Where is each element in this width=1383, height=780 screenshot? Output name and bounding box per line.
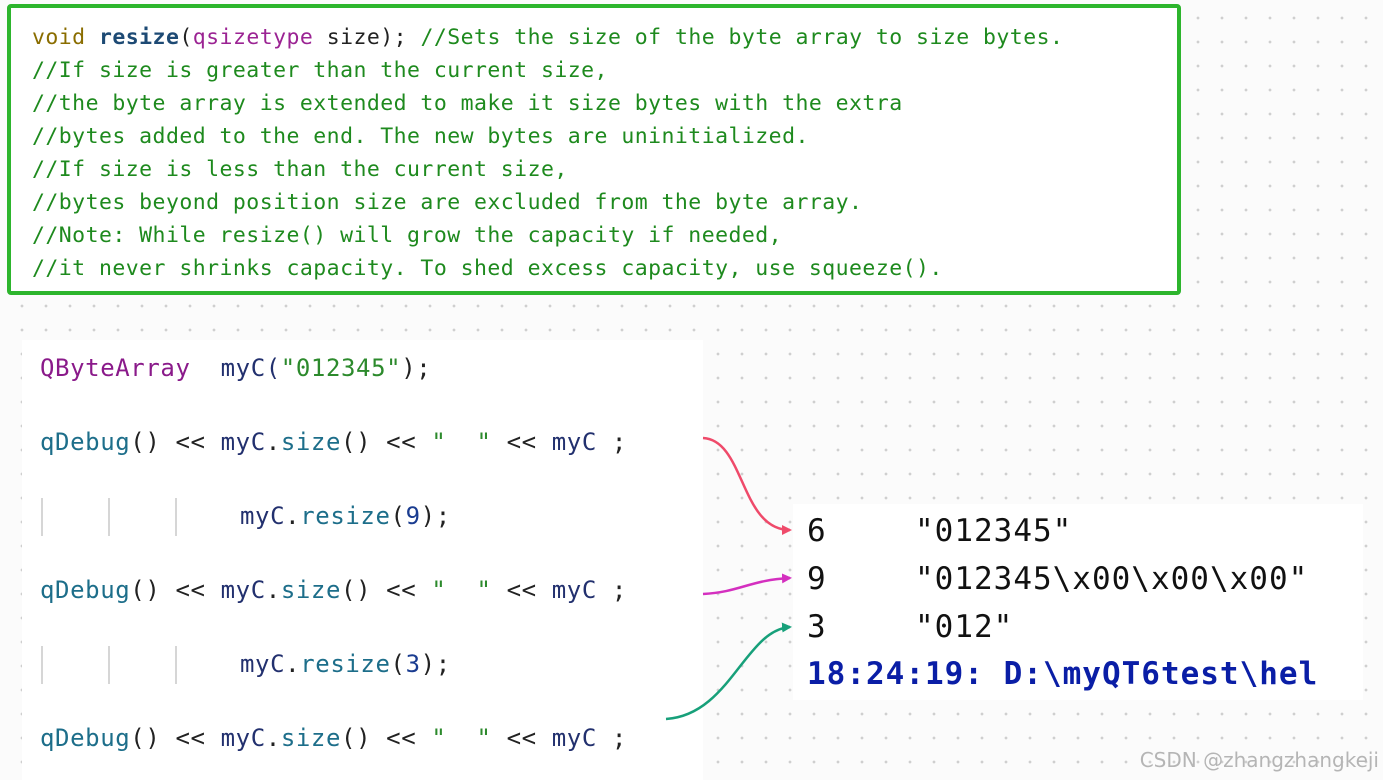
var: myC	[551, 428, 597, 456]
indent-guide	[175, 498, 177, 536]
indent-guide	[108, 646, 110, 684]
var: myC	[240, 650, 286, 678]
doc-line-6: //bytes beyond position size are exclude…	[32, 190, 863, 215]
code-line-debug-3: qDebug() << myC.size() << " " << myC ;	[40, 721, 627, 755]
open-paren: (	[390, 650, 406, 678]
var: myC	[220, 576, 266, 604]
number-literal: 3	[405, 650, 421, 678]
op: <<	[491, 724, 552, 752]
op: <<	[491, 428, 552, 456]
output-value: "012"	[915, 609, 1014, 645]
doc-line-4: //bytes added to the end. The new bytes …	[32, 124, 809, 149]
watermark: CSDN @zhangzhangkeji	[1139, 748, 1379, 772]
arrow-debug-1-to-output-1	[702, 436, 792, 535]
doc-line-3: //the byte array is extended to make it …	[32, 91, 903, 116]
keyword-void: void	[32, 25, 86, 50]
var: myC	[551, 724, 597, 752]
code-line-resize-3: myC.resize(3);	[240, 647, 451, 681]
output-row-3: 3 "012"	[807, 605, 1012, 649]
string-literal: " "	[431, 428, 492, 456]
semicolon: ;	[596, 428, 627, 456]
var: myC	[551, 576, 597, 604]
class-name: QByteArray	[40, 354, 191, 382]
output-value: "012345\x00\x00\x00"	[915, 561, 1309, 597]
doc-line-8: //it never shrinks capacity. To shed exc…	[32, 256, 943, 281]
string-literal: "012345"	[280, 354, 402, 382]
output-value: "012345"	[915, 513, 1073, 549]
number-literal: 9	[405, 502, 421, 530]
debug-fn: qDebug	[40, 724, 131, 752]
decl-end: );	[401, 354, 432, 382]
close-paren: );	[420, 502, 451, 530]
var: myC	[240, 502, 286, 530]
close-paren: );	[420, 650, 451, 678]
doc-line-signature: void resize(qsizetype size); //Sets the …	[32, 21, 1063, 54]
dot: .	[265, 576, 281, 604]
semicolon: ;	[596, 724, 627, 752]
output-row-2: 9 "012345\x00\x00\x00"	[807, 557, 1307, 601]
code-line-debug-2: qDebug() << myC.size() << " " << myC ;	[40, 573, 627, 607]
indent-guide	[108, 498, 110, 536]
arrow-debug-2-to-output-2	[702, 573, 792, 596]
param-type: qsizetype	[192, 25, 314, 50]
console-output-panel: 6 "012345" 9 "012345\x00\x00\x00" 3 "012" 1…	[793, 504, 1363, 700]
output-size: 9	[807, 561, 827, 597]
code-editor-panel: QByteArray myC("012345"); qDebug() << my…	[22, 340, 703, 780]
string-literal: " "	[431, 724, 492, 752]
code-line-declaration: QByteArray myC("012345");	[40, 351, 431, 385]
function-name: resize	[98, 25, 180, 50]
output-size: 6	[807, 513, 827, 549]
signature-comment: //Sets the size of the byte array to siz…	[407, 25, 1064, 50]
op: () <<	[130, 428, 221, 456]
doc-line-7: //Note: While resize() will grow the cap…	[32, 223, 783, 248]
op: () <<	[130, 576, 221, 604]
size-fn: size	[280, 428, 342, 456]
var-decl: myC(	[190, 354, 281, 382]
var: myC	[220, 428, 266, 456]
dot: .	[265, 724, 281, 752]
indent-guide	[175, 646, 177, 684]
debug-fn: qDebug	[40, 576, 131, 604]
op: <<	[491, 576, 552, 604]
var: myC	[220, 724, 266, 752]
output-size: 3	[807, 609, 827, 645]
console-status-line: 18:24:19: D:\myQT6test\hel	[807, 656, 1319, 692]
semicolon: ;	[596, 576, 627, 604]
code-line-debug-1: qDebug() << myC.size() << " " << myC ;	[40, 425, 627, 459]
dot: .	[265, 428, 281, 456]
indent-guide	[41, 498, 43, 536]
code-line-resize-9: myC.resize(9);	[240, 499, 451, 533]
dot: .	[285, 502, 301, 530]
op: () <<	[341, 724, 432, 752]
indent-guide	[41, 646, 43, 684]
size-fn: size	[280, 724, 342, 752]
op: () <<	[341, 428, 432, 456]
open-paren: (	[179, 25, 193, 50]
doc-line-2: //If size is greater than the current si…	[32, 58, 608, 83]
debug-fn: qDebug	[40, 428, 131, 456]
resize-fn: resize	[300, 650, 391, 678]
open-paren: (	[390, 502, 406, 530]
doc-line-5: //If size is less than the current size,	[32, 157, 568, 182]
size-fn: size	[280, 576, 342, 604]
param-rest: size);	[313, 25, 408, 50]
output-row-1: 6 "012345"	[807, 509, 1071, 553]
dot: .	[285, 650, 301, 678]
op: () <<	[130, 724, 221, 752]
resize-fn: resize	[300, 502, 391, 530]
op: () <<	[341, 576, 432, 604]
doc-comment-box: void resize(qsizetype size); //Sets the …	[7, 4, 1181, 295]
string-literal: " "	[431, 576, 492, 604]
